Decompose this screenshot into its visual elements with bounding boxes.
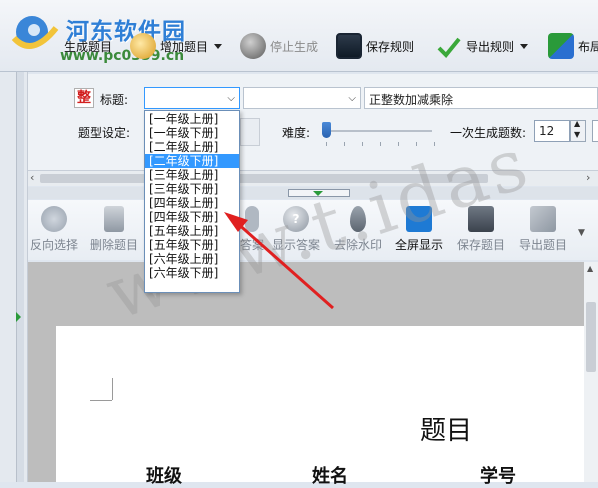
annotation-arrow-icon: [224, 212, 334, 310]
